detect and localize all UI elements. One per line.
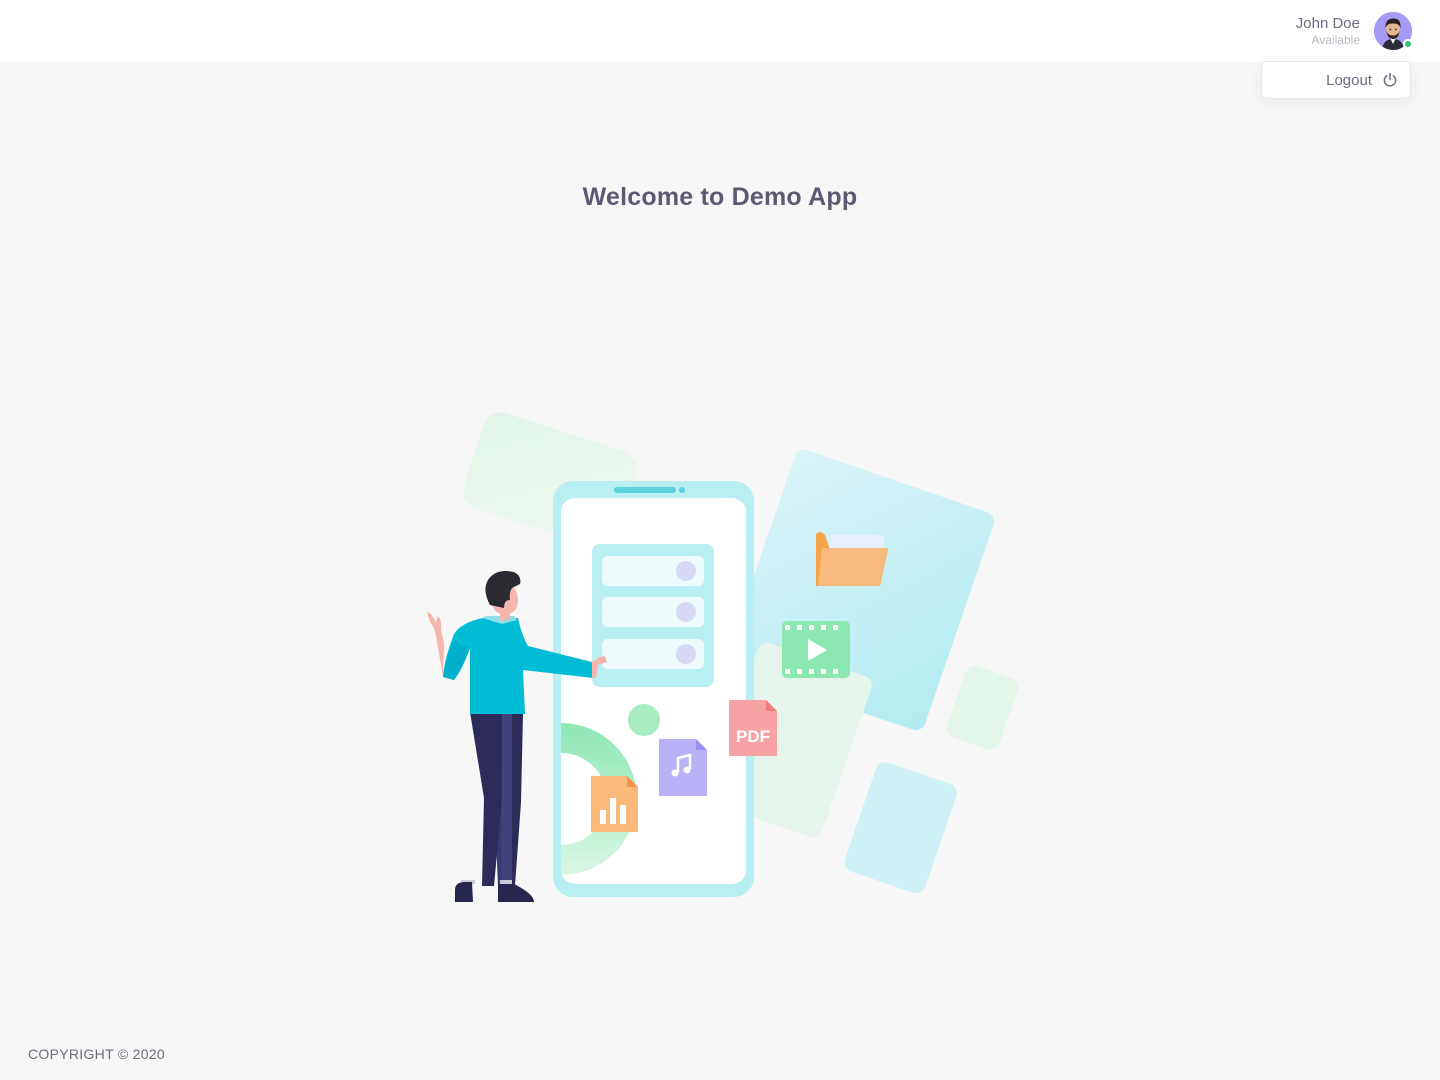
user-status: Available (1311, 33, 1360, 47)
welcome-illustration: PDF (427, 412, 1019, 902)
pdf-label: PDF (736, 727, 770, 746)
logout-menu-item[interactable]: Logout (1261, 61, 1411, 99)
user-menu-toggle[interactable]: John Doe Available (1296, 12, 1413, 50)
user-name: John Doe (1295, 15, 1360, 32)
online-status-dot (1403, 39, 1413, 49)
footer-copyright: COPYRIGHT © 2020 (28, 1046, 166, 1062)
user-info: John Doe Available (1296, 15, 1360, 47)
avatar[interactable] (1374, 12, 1413, 50)
page-title: Welcome to Demo App (582, 183, 858, 211)
logout-label: Logout (1326, 71, 1372, 89)
power-icon (1383, 72, 1397, 87)
top-navbar: John Doe Available (0, 0, 1440, 62)
